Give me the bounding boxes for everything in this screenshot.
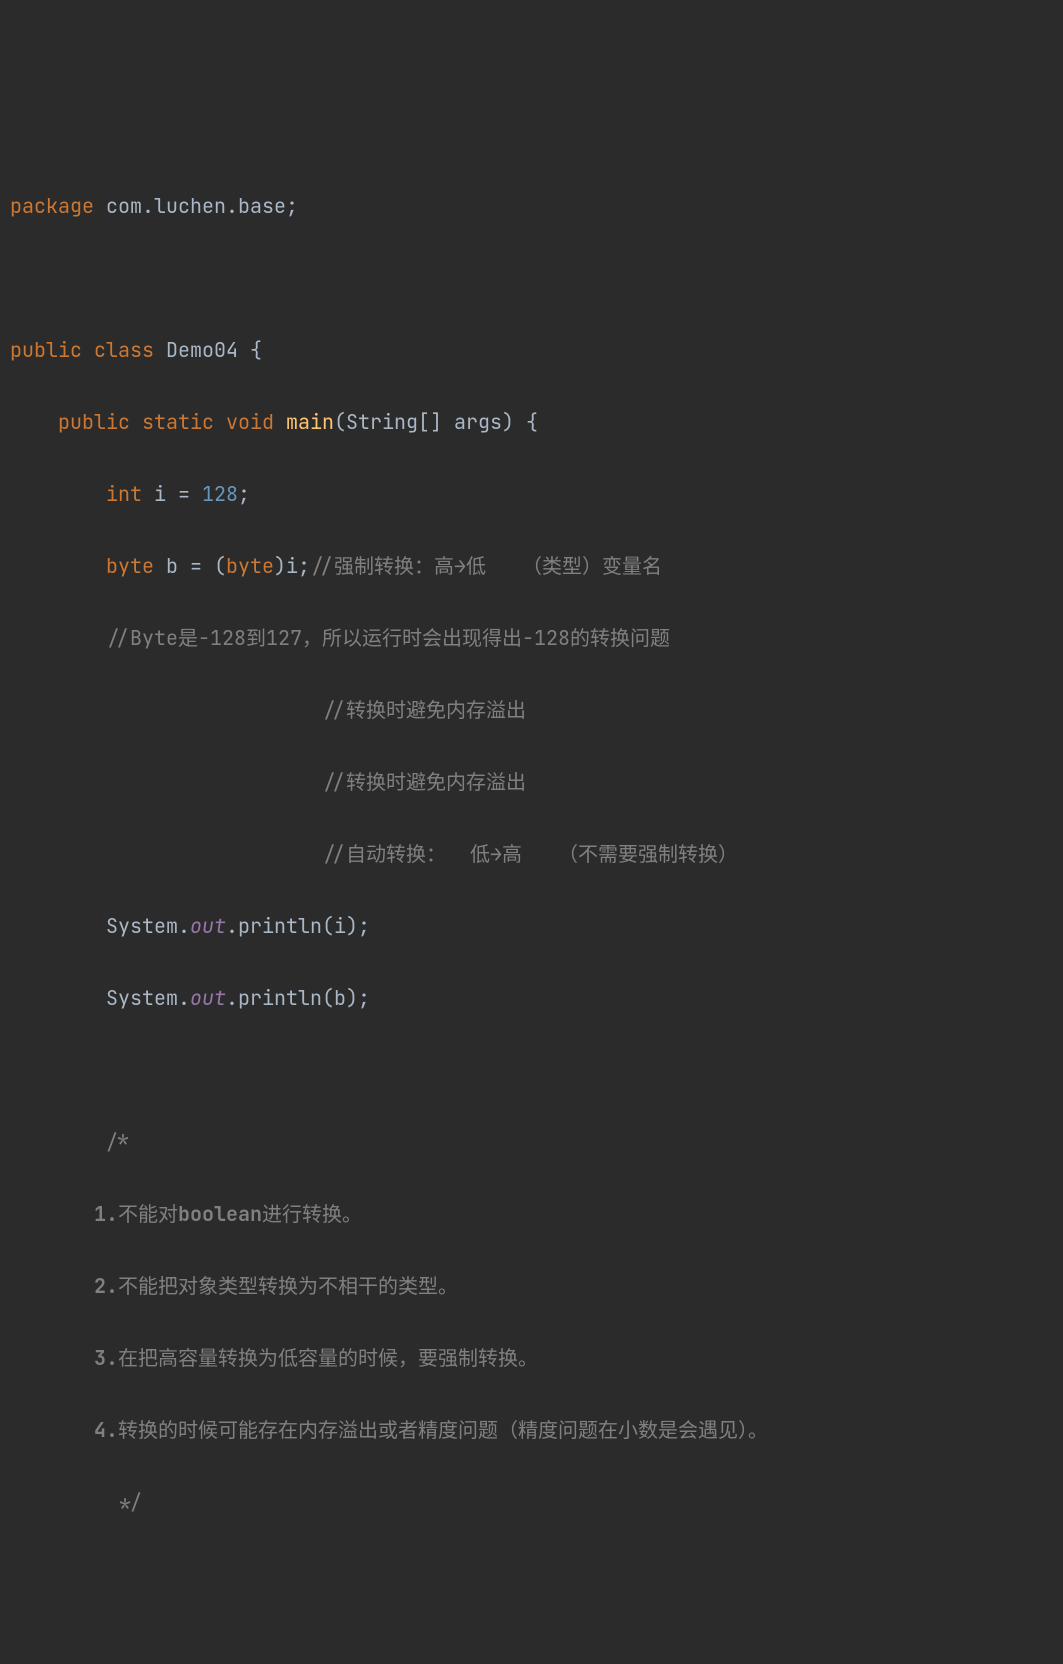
- comment: //转换时避免内存溢出: [322, 769, 526, 795]
- indent: [10, 913, 106, 939]
- code-line-8: //转换时避免内存溢出: [0, 692, 1063, 728]
- code-line-13: [0, 1052, 1063, 1088]
- comment-text: 在把高容量转换为低容量的时候，要强制转换。: [118, 1345, 538, 1371]
- indent: [10, 1417, 94, 1443]
- code-line-15: 1.不能对boolean进行转换。: [0, 1196, 1063, 1232]
- code-line-17: 3.在把高容量转换为低容量的时候，要强制转换。: [0, 1340, 1063, 1376]
- comment-text: 转换的时候可能存在内存溢出或者精度问题（精度问题在小数是会遇见）。: [118, 1417, 768, 1443]
- keyword-cast: byte: [226, 553, 274, 579]
- block-comment-end: */: [106, 1489, 142, 1515]
- keyword-public: public: [58, 409, 142, 435]
- indent: [10, 1345, 94, 1371]
- class-name: Demo04: [154, 337, 250, 363]
- code-line-1: package com.luchen.base;: [0, 188, 1063, 224]
- comment: //强制转换：高→低 （类型）变量名: [310, 553, 662, 579]
- indent: [10, 481, 106, 507]
- brace-open: {: [250, 337, 262, 363]
- code-line-6: byte b = (byte)i;//强制转换：高→低 （类型）变量名: [0, 548, 1063, 584]
- package-name: com.luchen.base: [94, 193, 286, 219]
- code-editor[interactable]: package com.luchen.base; public class De…: [0, 152, 1063, 1556]
- keyword-byte: byte: [106, 553, 154, 579]
- brace-open: {: [526, 409, 538, 435]
- indent: [10, 1273, 94, 1299]
- keyword-static: static: [142, 409, 226, 435]
- code-line-19: */: [0, 1484, 1063, 1520]
- method-name: main: [274, 409, 334, 435]
- var-decl: b = (: [154, 553, 226, 579]
- semicolon: ;: [286, 193, 298, 219]
- params: (String[] args): [334, 409, 526, 435]
- indent: [10, 1201, 94, 1227]
- semicolon: ;: [298, 553, 310, 579]
- semicolon: ;: [358, 985, 370, 1011]
- code-line-14: /*: [0, 1124, 1063, 1160]
- code-line-11: System.out.println(i);: [0, 908, 1063, 944]
- code-line-7: //Byte是-128到127，所以运行时会出现得出-128的转换问题: [0, 620, 1063, 656]
- indent: [10, 625, 106, 651]
- indent: [10, 1489, 106, 1515]
- block-comment-start: /*: [106, 1129, 130, 1155]
- code-line-3: public class Demo04 {: [0, 332, 1063, 368]
- code-line-9: //转换时避免内存溢出: [0, 764, 1063, 800]
- semicolon: ;: [358, 913, 370, 939]
- indent: [10, 553, 106, 579]
- code-line-10: //自动转换： 低→高 （不需要强制转换）: [0, 836, 1063, 872]
- out-field: out: [190, 985, 226, 1011]
- out-field: out: [190, 913, 226, 939]
- indent: [10, 841, 322, 867]
- comment: //Byte是-128到127，所以运行时会出现得出-128的转换问题: [106, 625, 670, 651]
- indent: [10, 1129, 106, 1155]
- keyword-public: public: [10, 337, 94, 363]
- cast-expr: )i: [274, 553, 298, 579]
- system-class: System.: [106, 913, 190, 939]
- comment-number: 4.: [94, 1417, 118, 1443]
- code-line-16: 2.不能把对象类型转换为不相干的类型。: [0, 1268, 1063, 1304]
- keyword-void: void: [226, 409, 274, 435]
- code-line-2: [0, 260, 1063, 296]
- code-line-4: public static void main(String[] args) {: [0, 404, 1063, 440]
- keyword-package: package: [10, 193, 94, 219]
- comment-text: 不能对: [118, 1201, 178, 1227]
- indent: [10, 769, 322, 795]
- keyword-class: class: [94, 337, 154, 363]
- comment: //自动转换： 低→高 （不需要强制转换）: [322, 841, 738, 867]
- comment-number: 1.: [94, 1201, 118, 1227]
- comment-text: 不能把对象类型转换为不相干的类型。: [118, 1273, 458, 1299]
- code-line-18: 4.转换的时候可能存在内存溢出或者精度问题（精度问题在小数是会遇见）。: [0, 1412, 1063, 1448]
- number-literal: 128: [202, 481, 238, 507]
- system-class: System.: [106, 985, 190, 1011]
- indent: [10, 409, 58, 435]
- comment-bold: boolean: [178, 1201, 262, 1227]
- code-line-12: System.out.println(b);: [0, 980, 1063, 1016]
- comment: //转换时避免内存溢出: [322, 697, 526, 723]
- println-call: .println(b): [226, 985, 358, 1011]
- keyword-int: int: [106, 481, 142, 507]
- println-call: .println(i): [226, 913, 358, 939]
- indent: [10, 697, 322, 723]
- comment-number: 2.: [94, 1273, 118, 1299]
- semicolon: ;: [238, 481, 250, 507]
- comment-text: 进行转换。: [262, 1201, 362, 1227]
- comment-number: 3.: [94, 1345, 118, 1371]
- var-decl: i =: [142, 481, 202, 507]
- code-line-5: int i = 128;: [0, 476, 1063, 512]
- indent: [10, 985, 106, 1011]
